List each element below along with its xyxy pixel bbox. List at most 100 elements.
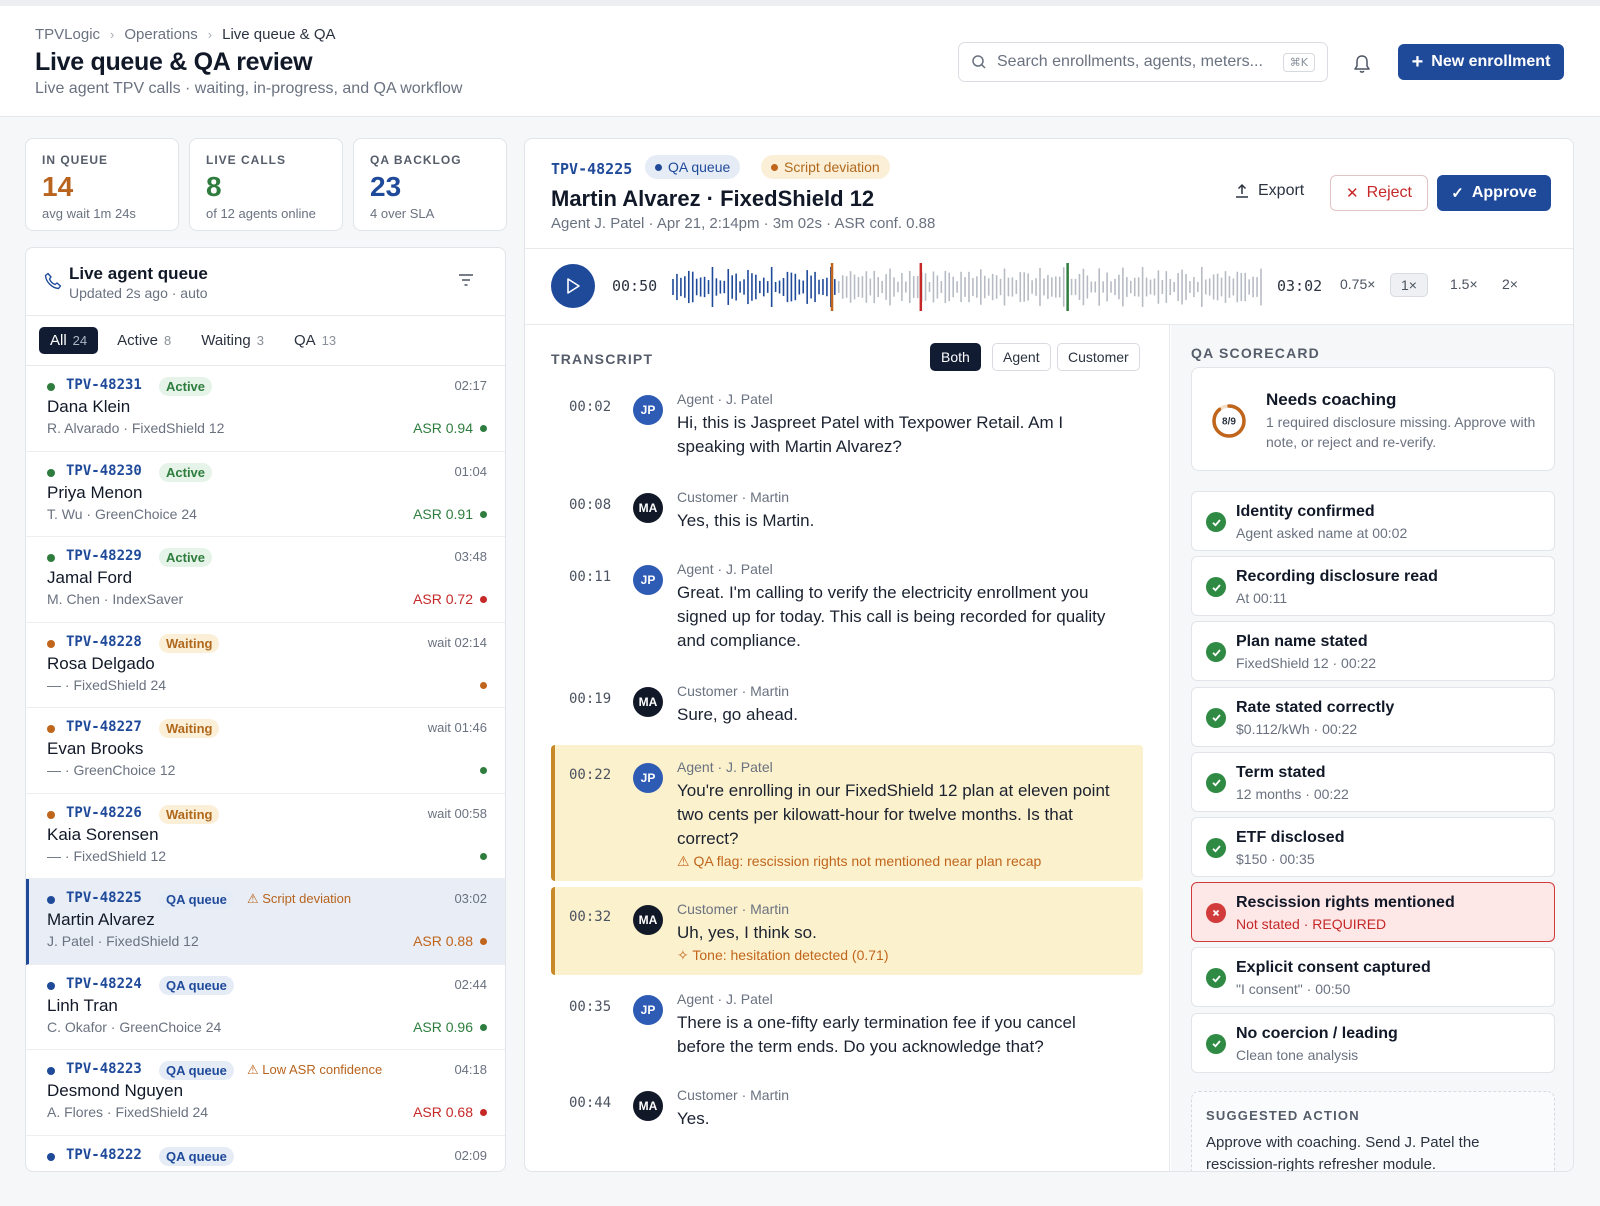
queue-row-time: wait 01:46 — [427, 720, 487, 735]
scorecard-item-sub: $0.112/kWh · 00:22 — [1236, 720, 1358, 737]
plus-icon: + — [1411, 51, 1424, 73]
check-circle-icon — [1206, 1033, 1226, 1054]
filter-agent[interactable]: Agent — [992, 343, 1051, 371]
speed-option[interactable]: 1× — [1390, 273, 1428, 297]
reject-label: Reject — [1366, 184, 1412, 201]
audio-player: 00:50 03:02 0.75× 1× 1.5× 2× — [525, 249, 1573, 325]
status-badge: Waiting — [159, 804, 220, 824]
queue-row[interactable]: TPV-48224 QA queue 02:44 Linh Tran C. Okafor… — [26, 965, 505, 1050]
queue-row[interactable]: TPV-48222 QA queue 02:09 — [26, 1136, 505, 1172]
signal-dot — [480, 852, 487, 860]
queue-row[interactable]: TPV-48229 Active 03:48 Jamal Ford M. Chen · … — [26, 537, 505, 623]
signal-dot — [480, 425, 487, 432]
waveform[interactable] — [671, 261, 1263, 313]
breadcrumb-root[interactable]: TPVLogic — [35, 26, 100, 43]
timestamp[interactable]: 00:35 — [569, 999, 611, 1015]
queue-row-name: Linh Tran — [47, 995, 118, 1015]
queue-row-name: Martin Alvarez — [47, 910, 155, 929]
scorecard-item-title: Plan name stated — [1236, 633, 1368, 651]
scorecard-item-title: Recording disclosure read — [1236, 568, 1438, 586]
filter-customer[interactable]: Customer — [1057, 343, 1140, 371]
export-button[interactable]: Export — [1234, 182, 1304, 200]
queue-row[interactable]: TPV-48227 Waiting wait 01:46 Evan Brooks — ·… — [26, 708, 505, 794]
avatar: JP — [633, 565, 663, 595]
asr-score: ASR 0.96 — [413, 1018, 473, 1035]
stat-qa-backlog: QA BACKLOG 23 4 over SLA — [353, 138, 507, 231]
scorecard-item-title: Rescission rights mentioned — [1236, 894, 1455, 912]
asr-score: ASR 0.72 — [413, 591, 473, 607]
timestamp[interactable]: 00:22 — [569, 767, 611, 783]
queue-row[interactable]: TPV-48226 Waiting wait 00:58 Kaia Sorensen —… — [26, 794, 505, 879]
stat-label: LIVE CALLS — [206, 153, 287, 167]
new-enrollment-label: New enrollment — [1431, 53, 1551, 70]
status-dot — [47, 639, 55, 648]
tab-label: All — [50, 332, 67, 349]
stat-value: 14 — [42, 171, 74, 202]
transcript-label: TRANSCRIPT — [551, 351, 654, 367]
search-input[interactable]: Search enrollments, agents, meters... ⌘K — [958, 42, 1328, 82]
queue-row-meta: T. Wu · GreenChoice 24 — [47, 505, 197, 522]
transcript-entry: 00:19 MA Customer · Martin Sure, go ahead. — [551, 677, 1143, 733]
queue-row-meta: — · GreenChoice 12 — [47, 762, 176, 778]
coaching-card: 8/9 Needs coaching 1 required disclosure… — [1191, 367, 1555, 471]
queue-title: Live agent queue — [69, 264, 208, 283]
bell-icon[interactable] — [1350, 52, 1374, 76]
qa-note: ✧ Tone: hesitation detected (0.71) — [677, 947, 889, 963]
queue-row[interactable]: TPV-48225 QA queue ⚠ Script deviation 03:02… — [26, 879, 505, 965]
asr-score: ASR 0.68 — [413, 1104, 473, 1120]
tab-label: QA — [293, 332, 316, 349]
transcript-entry: 00:08 MA Customer · Martin Yes, this is Mar… — [551, 483, 1143, 539]
queue-row-time: 02:17 — [454, 378, 487, 393]
scorecard-item: Rate stated correctly $0.112/kWh · 00:22 — [1191, 686, 1555, 747]
flag-label: ⚠ Low ASR confidence — [247, 1062, 383, 1077]
tab-all[interactable]: All 24 — [39, 327, 99, 354]
filter-both[interactable]: Both — [930, 343, 981, 371]
speed-option[interactable]: 1.5× — [1440, 273, 1488, 295]
breadcrumb-section[interactable]: Operations — [124, 26, 197, 43]
status-badge: Active — [159, 548, 213, 567]
queue-row-id: TPV-48222 — [66, 1146, 142, 1163]
timestamp[interactable]: 00:19 — [569, 691, 611, 707]
page-header: TPVLogic › Operations › Live queue & QA … — [0, 6, 1600, 117]
reject-button[interactable]: ✕ Reject — [1330, 175, 1428, 211]
chevron-right-icon: › — [207, 27, 213, 42]
tab-qa[interactable]: QA 13 — [283, 327, 347, 354]
speaker-label: Agent · J. Patel — [677, 561, 773, 577]
timestamp[interactable]: 00:11 — [569, 569, 611, 585]
filter-icon[interactable] — [457, 272, 475, 288]
verdict-title: Needs coaching — [1266, 390, 1397, 409]
tab-active[interactable]: Active 8 — [106, 327, 182, 354]
scorecard-item-sub: Clean tone analysis — [1236, 1046, 1359, 1063]
queue-header: Live agent queue Updated 2s ago · auto — [26, 248, 505, 316]
utterance-text: Yes. — [677, 1109, 710, 1128]
qa-queue-pill: QA queue — [645, 155, 741, 179]
qa-note: ⚠ QA flag: rescission rights not mention… — [677, 853, 1042, 869]
approve-button[interactable]: ✓ Approve — [1437, 175, 1551, 211]
tab-waiting[interactable]: Waiting 3 — [190, 327, 275, 354]
scorecard-item: Term stated 12 months · 00:22 — [1191, 751, 1555, 812]
play-button[interactable] — [551, 264, 595, 308]
timestamp[interactable]: 00:02 — [569, 399, 611, 415]
queue-row[interactable]: TPV-48230 Active 01:04 Priya Menon T. Wu · G… — [26, 452, 505, 537]
new-enrollment-button[interactable]: + New enrollment — [1398, 44, 1564, 80]
search-shortcut: ⌘K — [1282, 52, 1315, 72]
page-subtitle: Live agent TPV calls · waiting, in-progr… — [35, 80, 463, 97]
avatar: MA — [633, 905, 663, 935]
queue-row[interactable]: TPV-48228 Waiting wait 02:14 Rosa Delgado — … — [26, 623, 505, 708]
scorecard-item-title: Rate stated correctly — [1236, 698, 1395, 716]
timestamp[interactable]: 00:44 — [569, 1095, 611, 1111]
pill-label: Script deviation — [784, 159, 880, 175]
queue-row[interactable]: TPV-48223 QA queue ⚠ Low ASR confidence 04:… — [26, 1050, 505, 1136]
stat-sub: 4 over SLA — [370, 206, 435, 221]
queue-row-name: Jamal Ford — [47, 568, 133, 587]
signal-dot — [480, 1109, 487, 1116]
pill-label: QA queue — [668, 159, 731, 175]
chevron-right-icon: › — [110, 27, 115, 42]
transcript-entry: 00:11 JP Agent · J. Patel Great. I'm callin… — [551, 555, 1143, 655]
queue-row[interactable]: TPV-48231 Active 02:17 Dana Klein R. Alvarad… — [26, 366, 505, 452]
timestamp[interactable]: 00:32 — [569, 909, 611, 925]
timestamp[interactable]: 00:08 — [569, 497, 611, 513]
speed-option[interactable]: 2× — [1492, 273, 1528, 295]
signal-dot — [480, 767, 487, 774]
speed-option[interactable]: 0.75× — [1330, 273, 1385, 295]
